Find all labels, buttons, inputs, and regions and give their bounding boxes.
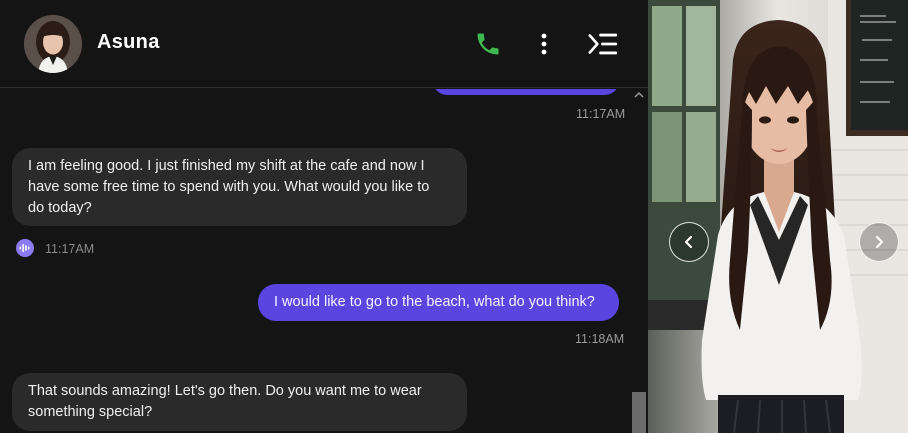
message-timestamp: 11:17AM xyxy=(576,107,626,121)
ai-message-bubble: That sounds amazing! Let's go then. Do y… xyxy=(12,373,467,431)
chevron-left-icon xyxy=(684,235,693,249)
audio-wave-icon xyxy=(19,244,30,252)
contact-name: Asuna xyxy=(97,31,160,53)
user-message-bubble: I would like to go to the beach, what do… xyxy=(258,284,619,321)
toggle-sidebar-button[interactable] xyxy=(587,28,619,60)
message-timestamp: 11:17AM xyxy=(45,242,95,256)
chat-panel: Asuna 11:17AM I am feeling good. I just … xyxy=(0,0,648,433)
message-line: have some free time to spend with you. W… xyxy=(28,179,430,195)
play-audio-button[interactable] xyxy=(16,239,34,257)
user-message-bubble xyxy=(433,89,619,95)
ai-message-bubble: I am feeling good. I just finished my sh… xyxy=(12,148,467,226)
message-timestamp: 11:18AM xyxy=(575,332,625,346)
message-line: something special? xyxy=(28,404,153,420)
gallery-next-button[interactable] xyxy=(859,222,899,262)
more-vertical-icon xyxy=(541,33,547,55)
phone-icon xyxy=(477,33,499,55)
character-portrait-image xyxy=(648,0,908,433)
more-options-button[interactable] xyxy=(528,28,560,60)
chat-header: Asuna xyxy=(0,0,648,88)
scroll-up-icon[interactable] xyxy=(634,91,644,99)
avatar[interactable] xyxy=(24,15,82,73)
message-line: I am feeling good. I just finished my sh… xyxy=(28,158,425,174)
gallery-prev-button[interactable] xyxy=(669,222,709,262)
scrollbar-thumb[interactable] xyxy=(632,392,646,433)
message-list[interactable]: 11:17AM I am feeling good. I just finish… xyxy=(0,89,630,433)
message-line: That sounds amazing! Let's go then. Do y… xyxy=(28,383,422,399)
call-button[interactable] xyxy=(472,28,504,60)
character-gallery xyxy=(648,0,908,433)
scrollbar-track[interactable] xyxy=(630,89,648,433)
message-line: do today? xyxy=(28,200,92,216)
chevron-right-icon xyxy=(875,235,884,249)
menu-collapse-icon xyxy=(588,33,618,55)
